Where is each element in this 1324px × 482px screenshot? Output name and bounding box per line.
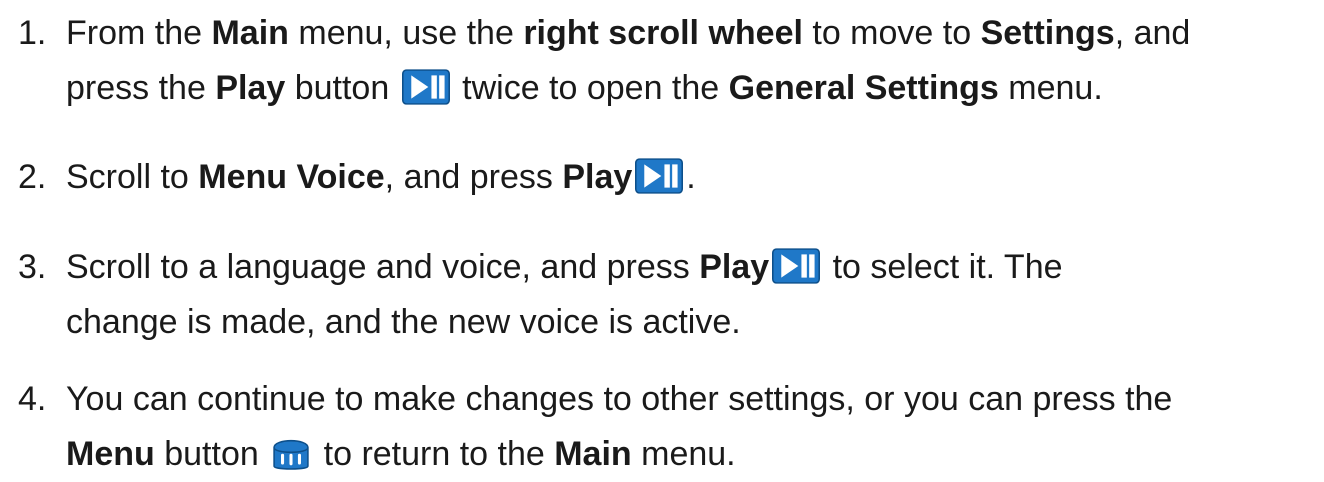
term-play: Play bbox=[215, 69, 286, 107]
step-1-line-2: press the Play button twice to open the … bbox=[66, 69, 1103, 107]
step-3-line-1: Scroll to a language and voice, and pres… bbox=[66, 248, 1063, 286]
step-number: 2. bbox=[18, 158, 47, 196]
step-2-line-1: Scroll to Menu Voice, and press Play. bbox=[66, 158, 696, 196]
term-play: Play bbox=[699, 248, 770, 286]
term-main: Main bbox=[554, 435, 632, 473]
term-settings: Settings bbox=[980, 14, 1115, 52]
term-menu-voice: Menu Voice bbox=[198, 158, 385, 196]
play-pause-icon bbox=[772, 248, 820, 284]
step-4-line-2: Menu button to return to the Main menu. bbox=[66, 435, 736, 473]
step-2: 2. Scroll to Menu Voice, and press Play. bbox=[18, 150, 1316, 205]
term-play: Play bbox=[562, 158, 633, 196]
instruction-list: 1. From the Main menu, use the right scr… bbox=[0, 0, 1324, 475]
term-right-scroll-wheel: right scroll wheel bbox=[523, 14, 803, 52]
step-1: 1. From the Main menu, use the right scr… bbox=[18, 6, 1316, 116]
term-menu: Menu bbox=[66, 435, 155, 473]
term-general-settings: General Settings bbox=[728, 69, 999, 107]
menu-knob-icon bbox=[271, 435, 311, 471]
play-pause-icon bbox=[635, 158, 683, 194]
step-number: 4. bbox=[18, 380, 47, 418]
step-4-line-1: You can continue to make changes to othe… bbox=[66, 380, 1173, 418]
step-3: 3. Scroll to a language and voice, and p… bbox=[18, 240, 1316, 350]
step-number: 3. bbox=[18, 248, 47, 286]
step-3-line-2: change is made, and the new voice is act… bbox=[66, 303, 741, 341]
step-4: 4. You can continue to make changes to o… bbox=[18, 372, 1316, 482]
step-number: 1. bbox=[18, 14, 47, 52]
play-pause-icon bbox=[402, 69, 450, 105]
term-main: Main bbox=[211, 14, 289, 52]
step-1-line-1: From the Main menu, use the right scroll… bbox=[66, 14, 1191, 52]
